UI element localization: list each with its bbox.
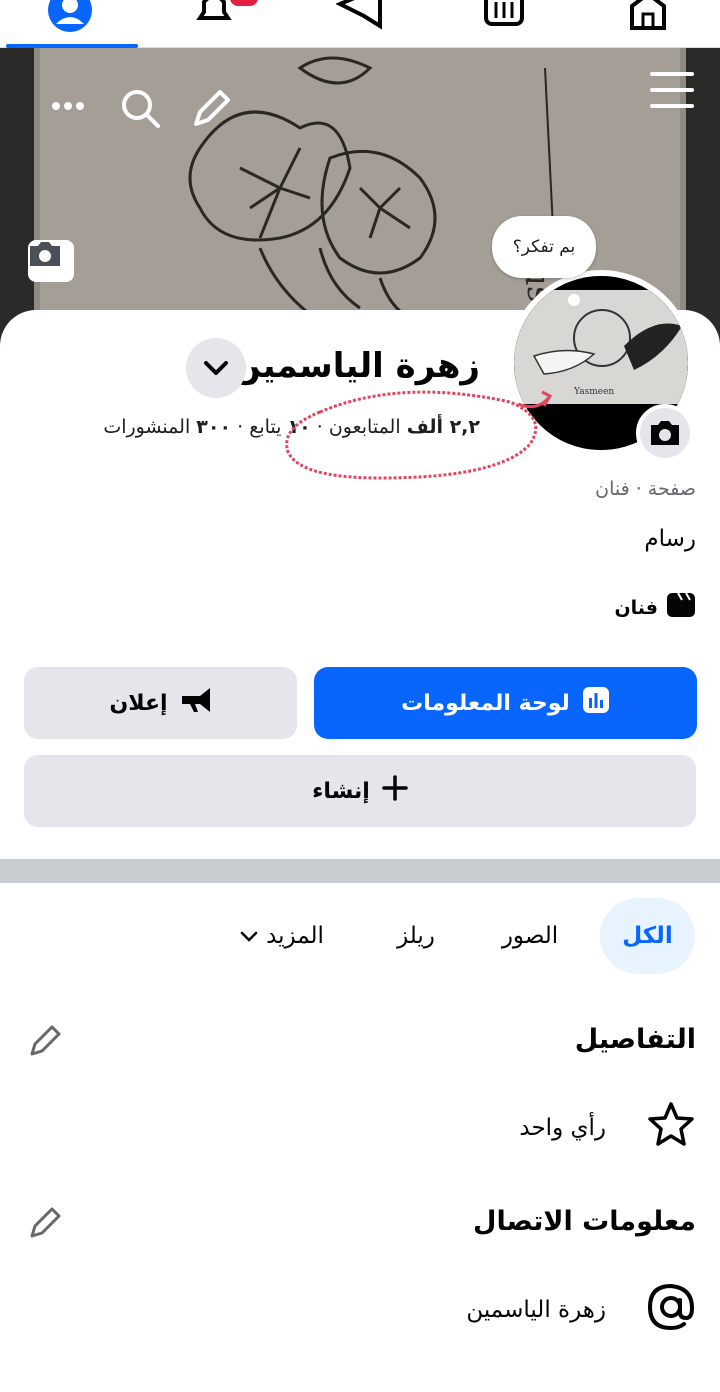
following-label[interactable]: يتابع <box>249 416 281 438</box>
avatar-camera-icon[interactable] <box>636 404 694 462</box>
dashboard-button[interactable]: لوحة المعلومات <box>314 667 697 739</box>
plus-icon <box>382 775 408 807</box>
chart-icon <box>582 686 610 720</box>
section-divider <box>0 859 720 883</box>
profession-row: فنان <box>614 592 696 623</box>
star-icon <box>646 1100 696 1156</box>
status-bubble[interactable]: بم تفكر؟ <box>492 216 596 278</box>
cover-camera-icon[interactable] <box>28 240 74 282</box>
create-button[interactable]: إنشاء <box>24 755 696 827</box>
clapperboard-icon <box>666 592 696 623</box>
contact-title: معلومات الاتصال <box>473 1206 696 1237</box>
page-category: صفحة · فنان <box>595 478 696 500</box>
posts-count: ٣٠٠ <box>196 416 232 438</box>
profile-icon[interactable] <box>46 0 94 34</box>
username-row[interactable]: زهرة الياسمين <box>466 1282 696 1338</box>
tab-more-label: المزيد <box>266 923 324 949</box>
profession-text: فنان <box>614 596 658 619</box>
bubble-tail <box>568 294 580 306</box>
marketplace-icon[interactable] <box>480 0 528 34</box>
tab-photos[interactable]: الصور <box>482 898 578 974</box>
rating-row[interactable]: رأي واحد <box>519 1100 696 1156</box>
username-text: زهرة الياسمين <box>466 1297 606 1323</box>
tab-more[interactable]: المزيد <box>222 898 342 974</box>
edit-details-icon[interactable] <box>26 1020 66 1060</box>
at-sign-icon <box>646 1282 696 1338</box>
chevron-down-icon <box>240 923 258 949</box>
chevron-down-icon[interactable] <box>186 338 246 398</box>
details-title: التفاصيل <box>574 1024 696 1055</box>
more-options-icon[interactable] <box>48 86 88 126</box>
advertise-button[interactable]: إعلان <box>24 667 297 739</box>
advertise-label: إعلان <box>109 690 168 716</box>
megaphone-icon[interactable] <box>336 0 384 34</box>
svg-text:Yasmeen: Yasmeen <box>573 387 614 397</box>
search-icon[interactable] <box>118 86 162 130</box>
pencil-icon[interactable] <box>190 86 234 130</box>
dashboard-label: لوحة المعلومات <box>401 690 570 716</box>
posts-label: المنشورات <box>103 416 191 438</box>
create-label: إنشاء <box>312 778 370 804</box>
status-bubble-text: بم تفكر؟ <box>512 237 576 257</box>
edit-contact-icon[interactable] <box>26 1202 66 1242</box>
tab-all[interactable]: الكل <box>600 898 695 974</box>
bell-icon[interactable] <box>190 0 238 34</box>
content-tabs: الكل الصور ريلز المزيد <box>0 898 720 974</box>
notification-badge <box>230 0 258 6</box>
tab-reels[interactable]: ريلز <box>376 898 456 974</box>
page-name: زهرة الياسمين <box>232 346 480 386</box>
top-navigation <box>0 0 720 48</box>
home-icon[interactable] <box>624 0 672 34</box>
page-bio: رسام <box>644 526 696 552</box>
megaphone-icon <box>180 686 212 720</box>
stats-separator: · <box>231 416 244 438</box>
annotation-circle <box>285 390 553 480</box>
menu-icon[interactable] <box>648 66 696 114</box>
rating-text: رأي واحد <box>519 1115 606 1141</box>
